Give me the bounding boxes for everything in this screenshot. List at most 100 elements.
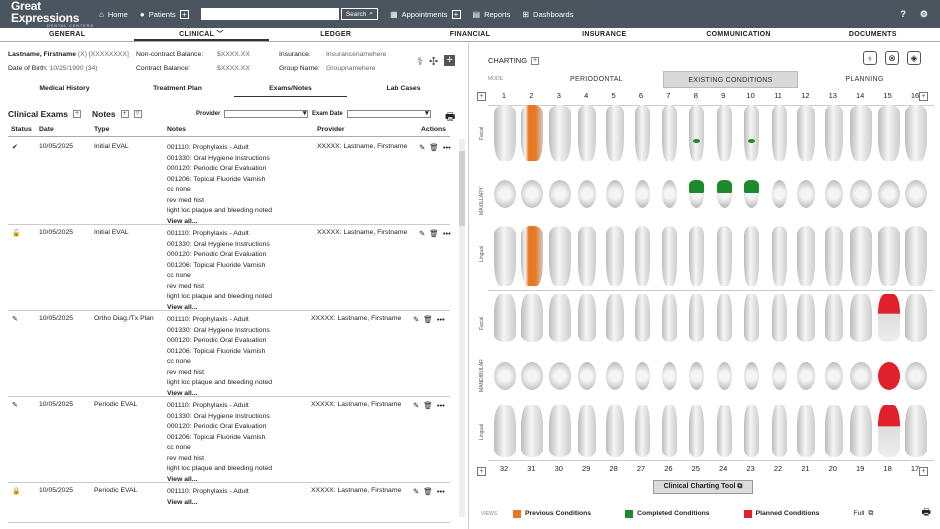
tooth[interactable] [744, 226, 760, 286]
tooth[interactable] [850, 180, 873, 208]
tooth[interactable] [744, 105, 760, 161]
tooth[interactable] [744, 362, 760, 390]
tooth[interactable] [797, 180, 816, 208]
tooth[interactable] [877, 405, 900, 457]
tooth[interactable] [905, 405, 927, 457]
tooth-number[interactable]: 26 [658, 464, 678, 473]
tooth-number[interactable]: 27 [631, 464, 651, 473]
tooth[interactable] [771, 180, 787, 208]
tooth[interactable] [661, 294, 677, 342]
mode-periodontal[interactable]: PERIODONTAL [530, 71, 663, 88]
tooth[interactable] [661, 405, 677, 457]
tooth-number[interactable]: 7 [658, 91, 678, 100]
tooth-icon[interactable]: ♁ [863, 51, 877, 65]
tooth[interactable] [771, 362, 787, 390]
tooth[interactable] [771, 294, 787, 342]
search-button[interactable]: Search ⌕ [340, 8, 379, 20]
tab-documents[interactable]: DOCUMENTS [806, 28, 940, 41]
tooth[interactable] [850, 362, 873, 390]
tooth-number[interactable]: 9 [713, 91, 733, 100]
tooth[interactable] [824, 105, 843, 161]
filter-icon[interactable]: ▿ [133, 110, 142, 118]
nav-patients[interactable]: ● Patients + [140, 9, 189, 19]
tooth-number[interactable]: 2 [521, 91, 541, 100]
nav-home[interactable]: ⌂ Home [99, 10, 128, 19]
tooth[interactable] [824, 180, 843, 208]
trash-icon[interactable]: 🗑 [423, 487, 433, 496]
plus-icon[interactable]: + [444, 55, 456, 66]
tooth[interactable] [521, 294, 544, 342]
add-patient-button[interactable]: + [179, 9, 189, 19]
tooth-number[interactable]: 19 [850, 464, 870, 473]
tooth[interactable] [689, 226, 705, 286]
tooth[interactable] [578, 294, 597, 342]
tooth[interactable] [605, 294, 624, 342]
tooth-number[interactable]: 5 [604, 91, 624, 100]
add-tooth-button[interactable]: + [477, 92, 486, 101]
tooth[interactable] [797, 226, 816, 286]
add-tooth-button[interactable]: + [919, 92, 928, 101]
tooth[interactable] [521, 105, 544, 161]
tooth[interactable] [905, 226, 927, 286]
compass-icon[interactable]: ◈ [907, 51, 921, 65]
tooth[interactable] [494, 362, 516, 390]
trash-icon[interactable]: 🗑 [429, 143, 439, 152]
teeth-icon[interactable]: ✣ [429, 55, 438, 68]
tooth[interactable] [578, 105, 597, 161]
tooth[interactable] [850, 405, 873, 457]
more-icon[interactable]: ••• [443, 143, 451, 152]
tooth[interactable] [689, 405, 705, 457]
tooth[interactable] [850, 294, 873, 342]
add-exam-button[interactable]: + [73, 110, 82, 118]
edit-icon[interactable]: ✎ [413, 401, 419, 410]
tooth[interactable] [744, 180, 760, 208]
tooth[interactable] [905, 294, 927, 342]
tooth[interactable] [877, 226, 900, 286]
teeth-arch-icon[interactable]: ⊗ [885, 51, 899, 65]
tooth[interactable] [905, 180, 927, 208]
tooth[interactable] [716, 105, 732, 161]
tooth[interactable] [494, 226, 516, 286]
tooth[interactable] [824, 362, 843, 390]
edit-icon[interactable]: ✎ [419, 143, 425, 152]
tooth[interactable] [634, 362, 650, 390]
print-chart-icon[interactable]: 🖶 [922, 505, 931, 522]
tooth[interactable] [661, 362, 677, 390]
tooth-number[interactable]: 1 [494, 91, 514, 100]
tooth-number[interactable]: 20 [823, 464, 843, 473]
scrollbar-thumb[interactable] [459, 151, 465, 226]
mode-planning[interactable]: PLANNING [798, 71, 931, 88]
tooth[interactable] [605, 180, 624, 208]
tooth-number[interactable]: 10 [741, 91, 761, 100]
provider-select[interactable] [224, 109, 309, 118]
tooth-number[interactable]: 4 [576, 91, 596, 100]
tooth-number[interactable]: 24 [713, 464, 733, 473]
tooth-number[interactable]: 21 [795, 464, 815, 473]
nav-reports[interactable]: ▤ Reports [473, 10, 511, 19]
tab-communication[interactable]: COMMUNICATION [671, 28, 805, 41]
tooth[interactable] [578, 226, 597, 286]
view-all-link[interactable]: View all... [167, 498, 249, 509]
tooth-number[interactable]: 31 [521, 464, 541, 473]
tooth[interactable] [877, 362, 900, 390]
tooth-number[interactable]: 28 [604, 464, 624, 473]
exams-scrollbar[interactable] [459, 139, 465, 517]
tooth[interactable] [661, 105, 677, 161]
tooth-number[interactable]: 3 [549, 91, 569, 100]
tooth[interactable] [905, 362, 927, 390]
more-icon[interactable]: ••• [437, 487, 445, 496]
tooth[interactable] [634, 180, 650, 208]
full-view-button[interactable]: Full ⧉ [853, 510, 873, 518]
edit-icon[interactable]: ✎ [413, 487, 419, 496]
tooth[interactable] [548, 294, 571, 342]
tooth[interactable] [689, 180, 705, 208]
tooth[interactable] [716, 362, 732, 390]
stethoscope-icon[interactable]: ⚕ [417, 55, 423, 68]
tooth-number[interactable]: 14 [850, 91, 870, 100]
tooth[interactable] [797, 405, 816, 457]
add-note-button[interactable]: + [120, 110, 129, 118]
add-appointment-button[interactable]: + [451, 9, 461, 19]
tooth[interactable] [494, 105, 516, 161]
tooth[interactable] [521, 362, 544, 390]
mode-existing-conditions[interactable]: EXISTING CONDITIONS [663, 71, 798, 88]
